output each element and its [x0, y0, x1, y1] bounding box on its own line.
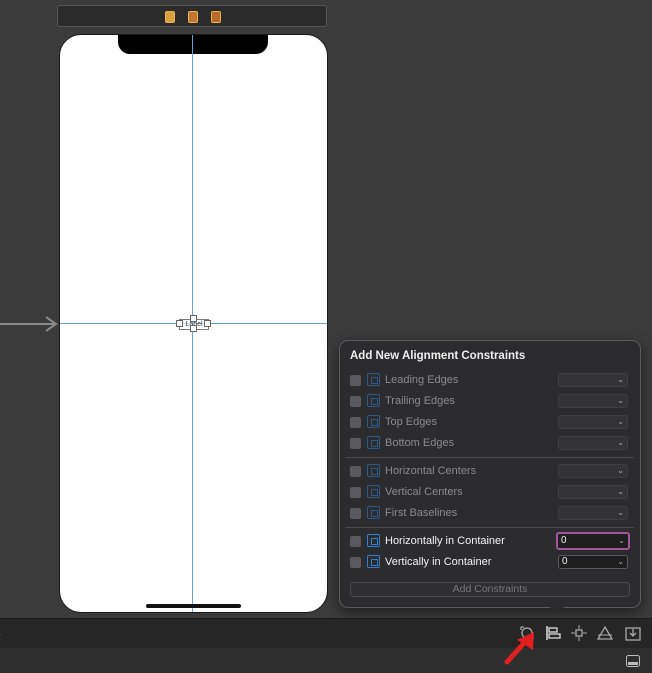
embed-in-icon[interactable] [625, 625, 641, 641]
chevron-down-icon: ⌄ [617, 417, 624, 426]
resize-handle-right[interactable] [204, 320, 211, 327]
chevron-down-icon: ⌄ [617, 396, 624, 405]
resolve-autolayout-issues-icon[interactable] [597, 625, 613, 641]
popover-title: Add New Alignment Constraints [350, 350, 526, 362]
annotation-arrow-icon [504, 632, 534, 665]
popover-tail [548, 605, 566, 615]
divider [346, 527, 634, 528]
horizontally-in-container-icon [367, 534, 380, 547]
row-label: Top Edges [385, 416, 437, 428]
checkbox[interactable] [350, 375, 361, 386]
constraint-row-horizontally-in-container: Horizontally in Container 0 ⌄ [350, 532, 630, 551]
entry-point-arrow-icon [0, 316, 58, 332]
chevron-down-icon: ⌄ [617, 438, 624, 447]
checkbox[interactable] [350, 508, 361, 519]
chevron-down-icon: ⌄ [617, 508, 624, 517]
constraint-row-trailing-edges: Trailing Edges ⌄ [350, 393, 630, 411]
search-icon[interactable] [0, 625, 12, 641]
row-label: Horizontal Centers [385, 465, 477, 477]
top-edges-icon [367, 415, 380, 428]
constant-select[interactable]: ⌄ [558, 464, 628, 478]
constant-select[interactable]: ⌄ [558, 436, 628, 450]
constant-select[interactable]: ⌄ [558, 506, 628, 520]
constraint-row-vertically-in-container: Vertically in Container 0 ⌄ [350, 554, 630, 572]
add-constraints-button[interactable]: Add Constraints [350, 582, 630, 597]
trailing-edges-icon [367, 394, 380, 407]
leading-edges-icon [367, 373, 380, 386]
row-label: Horizontally in Container [385, 535, 505, 547]
toggle-panel-icon[interactable] [626, 655, 640, 667]
constant-select[interactable]: 0 ⌄ [558, 555, 628, 569]
checkbox[interactable] [350, 557, 361, 568]
vertical-centers-icon [367, 485, 380, 498]
row-label: Vertically in Container [385, 556, 492, 568]
chevron-down-icon: ⌄ [617, 487, 624, 496]
constant-select[interactable]: ⌄ [558, 415, 628, 429]
first-baselines-icon [367, 506, 380, 519]
first-responder-icon[interactable] [188, 11, 198, 23]
align-icon[interactable] [545, 625, 561, 641]
checkbox[interactable] [350, 536, 361, 547]
row-label: Bottom Edges [385, 437, 455, 449]
home-indicator [146, 604, 241, 608]
constraint-row-top-edges: Top Edges ⌄ [350, 414, 630, 432]
constant-select[interactable]: ⌄ [558, 373, 628, 387]
device-frame: Label [59, 34, 328, 613]
resize-handle-left[interactable] [176, 320, 183, 327]
vertically-in-container-icon [367, 555, 380, 568]
constant-select[interactable]: 0 ⌄ [556, 532, 630, 550]
constraint-row-bottom-edges: Bottom Edges ⌄ [350, 435, 630, 453]
scene-dock [57, 5, 327, 27]
checkbox[interactable] [350, 438, 361, 449]
checkbox[interactable] [350, 466, 361, 477]
divider [346, 457, 634, 458]
chevron-down-icon: ⌄ [617, 557, 624, 566]
constraint-row-vertical-centers: Vertical Centers ⌄ [350, 484, 630, 502]
row-label: Leading Edges [385, 374, 459, 386]
constraint-row-first-baselines: First Baselines ⌄ [350, 505, 630, 523]
view-controller-icon[interactable] [165, 11, 175, 23]
device-notch [118, 35, 268, 54]
constraint-row-horizontal-centers: Horizontal Centers ⌄ [350, 463, 630, 481]
canvas-bottom-toolbar [0, 618, 652, 649]
bottom-status-bar [0, 648, 652, 673]
constraint-row-leading-edges: Leading Edges ⌄ [350, 372, 630, 390]
horizontal-centers-icon [367, 464, 380, 477]
chevron-down-icon: ⌄ [618, 536, 625, 545]
checkbox[interactable] [350, 396, 361, 407]
bottom-edges-icon [367, 436, 380, 449]
row-label: First Baselines [385, 507, 458, 519]
constant-select[interactable]: ⌄ [558, 394, 628, 408]
exit-icon[interactable] [211, 11, 221, 23]
chevron-down-icon: ⌄ [617, 375, 624, 384]
add-new-constraints-icon[interactable] [571, 625, 587, 641]
resize-handle-top[interactable] [190, 315, 197, 322]
constant-select[interactable]: ⌄ [558, 485, 628, 499]
chevron-down-icon: ⌄ [617, 466, 624, 475]
checkbox[interactable] [350, 417, 361, 428]
resize-handle-bottom[interactable] [190, 325, 197, 332]
alignment-constraints-popover: Add New Alignment Constraints Leading Ed… [339, 340, 641, 608]
checkbox[interactable] [350, 487, 361, 498]
row-label: Vertical Centers [385, 486, 463, 498]
row-label: Trailing Edges [385, 395, 455, 407]
